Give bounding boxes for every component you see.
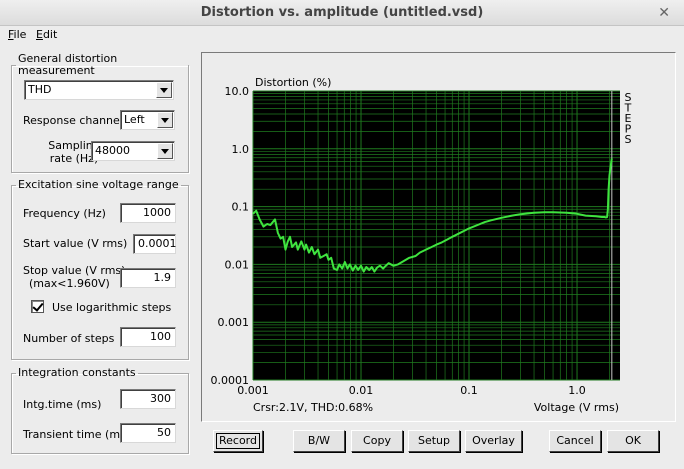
integration-legend: Integration constants (18, 366, 136, 379)
window-title: Distortion vs. amplitude (untitled.vsd) (200, 5, 484, 20)
log-steps-label: Use logarithmic steps (52, 301, 172, 314)
y-tick-label: 0.001 (218, 316, 250, 329)
y-tick-label: 10.0 (225, 85, 250, 98)
chart-title: Distortion (%) (255, 76, 331, 89)
log-steps-checkbox[interactable] (31, 300, 44, 313)
stop-value-max-label: (max<1.960V) (29, 277, 110, 290)
x-axis-label: Voltage (V rms) (534, 401, 619, 414)
x-tick-label: 1.0 (568, 384, 586, 397)
intg-time-input[interactable]: 300 (120, 389, 176, 409)
general-measurement-legend: General distortion measurement (18, 52, 118, 77)
x-tick-label: 0.1 (460, 384, 478, 397)
setup-button[interactable]: Setup (408, 430, 460, 452)
sampling-rate-dropdown[interactable]: 48000 (91, 141, 175, 161)
x-tick-label: 0.001 (237, 384, 269, 397)
start-value-input[interactable]: 0.0001 (133, 234, 177, 254)
steps-letter: S (625, 133, 632, 146)
transient-time-label: Transient time (ms) (23, 428, 131, 441)
sampling-rate-value: 48000 (95, 144, 130, 157)
cancel-button[interactable]: Cancel (549, 430, 601, 452)
title-bar: Distortion vs. amplitude (untitled.vsd) … (0, 0, 684, 26)
record-button[interactable]: Record (213, 430, 263, 452)
x-tick-label: 0.01 (349, 384, 374, 397)
chevron-down-icon[interactable] (157, 143, 173, 159)
chevron-down-icon[interactable] (156, 82, 172, 98)
menu-file[interactable]: File (8, 27, 26, 43)
frequency-label: Frequency (Hz) (23, 207, 106, 220)
excitation-legend: Excitation sine voltage range (18, 178, 179, 191)
ok-button[interactable]: OK (607, 430, 659, 452)
response-channel-value: Left (124, 113, 145, 126)
response-channel-dropdown[interactable]: Left (120, 110, 175, 130)
menu-edit[interactable]: Edit (36, 27, 57, 43)
response-channel-label: Response channel (23, 114, 123, 127)
chart-panel: Distortion (%) 10.0 1.0 0.1 0.01 0.001 0.0001… (201, 52, 676, 422)
intg-time-label: Intg.time (ms) (23, 398, 102, 411)
chevron-down-icon[interactable] (157, 112, 173, 128)
y-tick-label: 1.0 (232, 143, 250, 156)
stop-value-label: Stop value (V rms) (23, 264, 126, 277)
bw-button[interactable]: B/W (293, 430, 345, 452)
distortion-chart: Distortion (%) 10.01.00.10.010.0010.0001… (211, 76, 632, 414)
close-icon[interactable]: ✕ (658, 0, 670, 26)
transient-time-input[interactable]: 50 (120, 423, 176, 443)
stop-value-input[interactable]: 1.9 (120, 268, 176, 288)
frequency-input[interactable]: 1000 (120, 203, 176, 223)
copy-button[interactable]: Copy (351, 430, 403, 452)
menu-bar: File Edit (0, 26, 684, 44)
y-tick-label: 0.1 (232, 201, 250, 214)
start-value-label: Start value (V rms) (23, 237, 128, 250)
overlay-button[interactable]: Overlay (465, 430, 522, 452)
cursor-readout: Crsr:2.1V, THD:0.68% (253, 401, 373, 414)
steps-side-label: STEPS (624, 91, 632, 146)
measurement-type-dropdown[interactable]: THD (24, 80, 174, 100)
number-of-steps-label: Number of steps (23, 332, 115, 345)
y-tick-label: 0.01 (225, 258, 250, 271)
number-of-steps-input[interactable]: 100 (120, 327, 176, 347)
measurement-type-value: THD (28, 83, 52, 96)
